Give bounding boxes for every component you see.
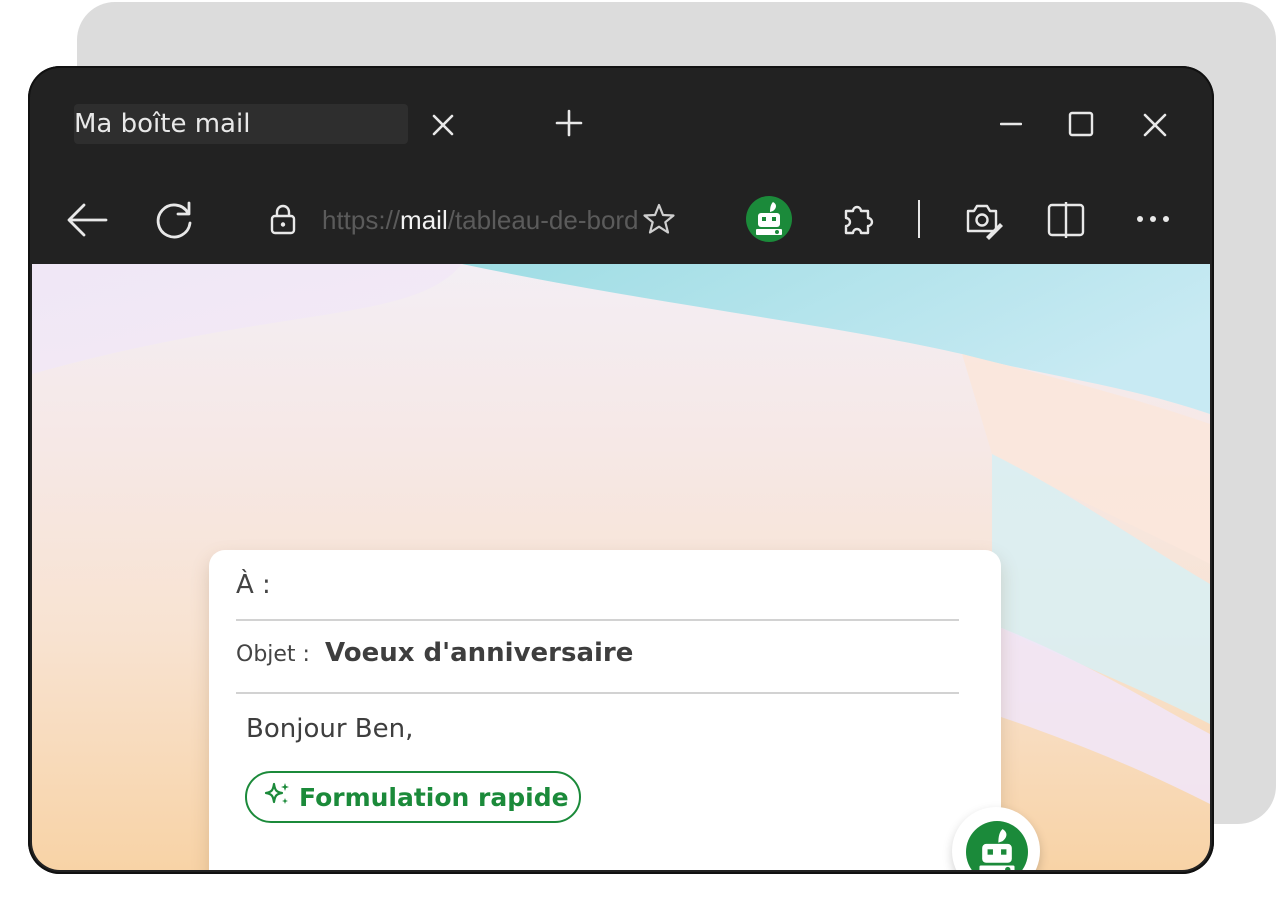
reload-icon[interactable]: [152, 197, 196, 241]
divider-subject: [236, 692, 959, 694]
subject-label: Objet :: [236, 642, 310, 667]
recipient-field[interactable]: À :: [236, 570, 271, 600]
url-prefix: https://: [322, 205, 401, 235]
assistant-extension-icon[interactable]: [746, 196, 792, 242]
more-options-icon[interactable]: [1136, 214, 1170, 224]
lock-icon[interactable]: [270, 203, 296, 235]
tab-title: Ma boîte mail: [74, 109, 251, 139]
divider-to: [236, 619, 959, 621]
close-window-icon[interactable]: [1142, 112, 1168, 138]
address-bar-url[interactable]: https://mail/tableau-de-bord: [322, 200, 639, 240]
quick-rephrase-button[interactable]: Formulation rapide: [245, 771, 581, 823]
message-body[interactable]: Bonjour Ben,: [246, 714, 413, 744]
toolbar-divider: [918, 200, 920, 238]
new-tab-icon[interactable]: [554, 108, 584, 138]
assistant-bot-icon: [966, 821, 1028, 870]
extensions-puzzle-icon[interactable]: [838, 199, 878, 239]
compose-card: À : Objet : Voeux d'anniversaire Bonjour…: [209, 550, 1001, 870]
url-host: mail: [400, 205, 448, 235]
browser-window: Ma boîte mail https://mail/tableau-de-bo…: [28, 66, 1214, 874]
split-screen-icon[interactable]: [1046, 200, 1086, 240]
screenshot-capture-icon[interactable]: [960, 197, 1004, 241]
maximize-icon[interactable]: [1068, 111, 1094, 137]
quick-rephrase-label: Formulation rapide: [299, 782, 569, 812]
back-arrow-icon[interactable]: [66, 200, 108, 240]
close-tab-icon[interactable]: [430, 112, 456, 138]
subject-field[interactable]: Voeux d'anniversaire: [325, 638, 633, 668]
url-path: /tableau-de-bord: [447, 205, 639, 235]
page-content: À : Objet : Voeux d'anniversaire Bonjour…: [32, 264, 1210, 870]
minimize-icon[interactable]: [1000, 122, 1022, 126]
sparkle-icon: [263, 780, 291, 814]
star-icon[interactable]: [642, 202, 676, 236]
